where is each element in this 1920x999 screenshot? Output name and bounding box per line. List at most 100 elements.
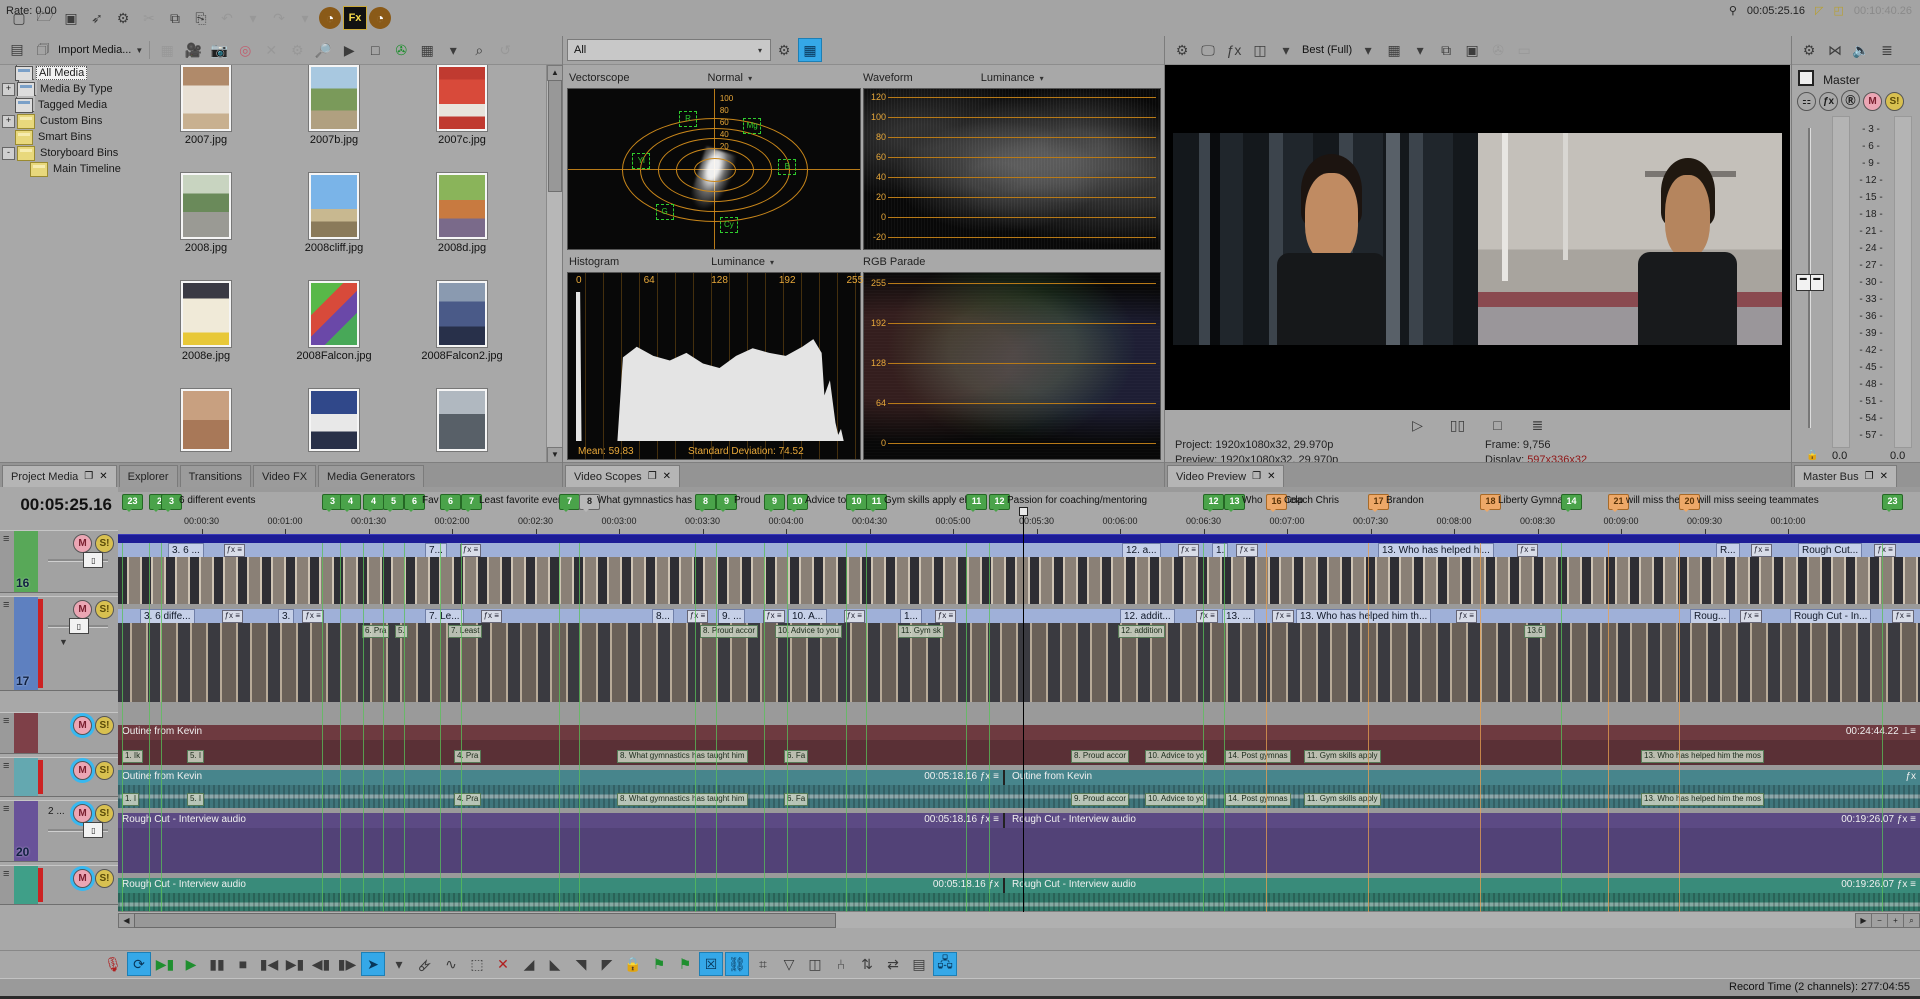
track-outline-a-lane[interactable]: Outine from Kevin00:24:44.22 ⊥≡1. Ik5. I… [118,725,1920,765]
bin-media-by-type[interactable]: +Media By Type [0,81,141,97]
capture-video-icon[interactable]: 🎥 [181,38,205,62]
env-hide-icon[interactable]: ▤ [907,952,931,976]
clip-label[interactable]: 13. Who has helped him th... [1296,609,1431,624]
overlay-drop-icon[interactable]: ▾ [1408,38,1432,62]
clip-label[interactable]: 1... [900,609,922,624]
tab-media-generators[interactable]: Media Generators [318,465,424,487]
hscroll-right-icon[interactable]: ▶ [1855,913,1872,928]
clip-label[interactable]: 12. addit... [1120,609,1175,624]
lock-event-icon[interactable]: 🔒 [621,952,645,976]
get-photo-icon[interactable]: 📷 [207,38,231,62]
record-bus-icon[interactable]: Ⓡ [1841,90,1860,109]
event-fx-icon[interactable]: ƒx ≡ [460,544,481,557]
expand-icon[interactable]: + [2,83,15,96]
marker-4[interactable]: 4 [363,494,384,510]
dim-output-icon[interactable]: 🔈 [1849,38,1873,62]
clip-label[interactable]: 8... [652,609,674,624]
external-monitor-icon[interactable]: 🖵 [1196,38,1220,62]
flag-2-icon[interactable]: ⚑ [673,952,697,976]
clip-label[interactable]: R... [1716,543,1740,558]
project-properties-gear-icon[interactable]: ⚙ [111,6,135,30]
timeline-hscrollbar[interactable]: ◀ ▶ − + ⌕ [118,911,1920,928]
bin-smart-bins[interactable]: Smart Bins [0,129,141,145]
solo-button[interactable]: S! [95,534,114,553]
clip-title[interactable]: Rough Cut - Interview audio00:19:26.07 ƒ… [1008,813,1920,828]
undock-icon[interactable]: ❐ [648,471,657,482]
track-outline-b-lane[interactable]: Outine from Kevin00:05:18.16 ƒx ≡Outine … [118,770,1920,808]
previous-frame-icon[interactable]: ◀▮ [309,952,333,976]
zoom-fit-icon[interactable]: ⌕ [1903,913,1920,928]
save-snapshot-icon[interactable]: ▣ [1460,38,1484,62]
hscroll-thumb[interactable] [134,913,836,928]
clip-label[interactable]: 3. [278,609,294,624]
copy-icon[interactable]: ⧉ [163,6,187,30]
tab-video-scopes[interactable]: Video Scopes❐✕ [565,465,680,487]
flag-1-icon[interactable]: ⚑ [647,952,671,976]
zoom-media-icon[interactable]: ⌕ [467,38,491,62]
vectorscope-mode-select[interactable]: Normal ▾ [708,72,755,84]
tab-project-media[interactable]: Project Media❐✕ [2,465,117,487]
playback-rate[interactable]: Rate: 0.00 [6,5,57,17]
split-drop-icon[interactable]: ▾ [1274,38,1298,62]
event-fx-icon[interactable]: ƒx ≡ [1272,610,1293,623]
split-screen-icon[interactable]: ◫ [1248,38,1272,62]
marker-6[interactable]: 6 [440,494,461,510]
media-fx-icon[interactable]: ✇ [389,38,413,62]
marker-5[interactable]: 5 [383,494,404,510]
preview-play-icon[interactable]: ▷ [1406,413,1430,437]
loop-playback-icon[interactable]: ⟳ [127,952,151,976]
selection-tool-icon[interactable]: ⬚ [465,952,489,976]
master-fader-handle[interactable]: ▬▬ [1796,274,1824,291]
waveform-mode-select[interactable]: Luminance ▾ [981,72,1046,84]
media-thumb-2008e.jpg[interactable]: 2008e.jpg [154,281,258,362]
clip-label[interactable]: Rough Cut... [1798,543,1862,558]
solo-button[interactable]: S! [95,600,114,619]
clip-label[interactable]: 12. a... [1122,543,1161,558]
scopes-settings-icon[interactable]: ⚙ [772,38,796,62]
tab-video-preview[interactable]: Video Preview❐✕ [1167,465,1284,487]
track-outline-b-header[interactable]: MS! [0,757,118,797]
media-thumb-2008Falcon.jpg[interactable]: 2008Falcon.jpg [282,281,386,362]
clip-label[interactable]: 7... [425,543,447,558]
timeline-time-display[interactable]: 00:05:25.16 [20,495,112,515]
media-thumb-2007b.jpg[interactable]: 2007b.jpg [282,65,386,146]
event-fx-icon[interactable]: ƒx ≡ [1236,544,1257,557]
envelope-tool-icon[interactable]: ∿ [439,952,463,976]
zoom-out-icon[interactable]: − [1871,913,1888,928]
solo-button[interactable]: S! [95,804,114,823]
preview-gear-icon[interactable]: ⚙ [1170,38,1194,62]
histogram-mode-select[interactable]: Luminance ▾ [711,256,776,268]
quality-drop-icon[interactable]: ▾ [1356,38,1380,62]
track-outline-a-header[interactable]: MS! [0,712,118,754]
scroll-up-icon[interactable]: ▲ [547,65,563,81]
preview-menu-icon[interactable]: ≣ [1526,413,1550,437]
time-ruler[interactable]: 00:00:3000:01:0000:01:3000:02:0000:02:30… [118,514,1920,534]
selection-tri-icon[interactable]: ◸ [1815,4,1823,17]
media-thumb-2008Falcon2.jpg[interactable]: 2008Falcon2.jpg [410,281,514,362]
fade-3-icon[interactable]: ◥ [569,952,593,976]
preview-quality-select[interactable]: Best (Full) [1302,44,1352,56]
event-fx-icon[interactable]: ƒx ≡ [1456,610,1477,623]
marker-14[interactable]: 14 [1561,494,1582,510]
bin-custom-bins[interactable]: +Custom Bins [0,113,141,129]
insert-assignable-icon[interactable]: ⚏ [1797,92,1816,111]
track-volume-slider[interactable]: ▯ [48,559,108,562]
project-media-list-icon[interactable]: ▤ [5,37,29,61]
mute-master-icon[interactable]: M [1863,92,1882,111]
event-fx-icon[interactable]: ƒx ≡ [1874,544,1895,557]
stop-preview-icon[interactable]: □ [363,38,387,62]
marker-4[interactable]: 4 [340,494,361,510]
bin-main-timeline[interactable]: Main Timeline [0,161,141,177]
meter-lock-icon[interactable]: 🔒 [1806,450,1818,461]
marker-tool-icon[interactable]: ▽ [777,952,801,976]
stop-icon[interactable]: ■ [231,952,255,976]
marker-12[interactable]: 12 [1203,494,1224,510]
solo-button[interactable]: S! [95,716,114,735]
event-fx-icon[interactable]: ƒx ≡ [1892,610,1913,623]
clip-title[interactable]: Outine from Kevin00:05:18.16 ƒx ≡ [118,770,1005,785]
show-plugin-fx-icon[interactable]: Fx [343,6,367,30]
clip-label[interactable]: 3. 6 ... [168,543,204,558]
clip-title[interactable]: Outine from Kevin00:24:44.22 ⊥≡ [118,725,1920,740]
undock-icon[interactable]: ❐ [84,471,93,482]
cursor-pin-icon[interactable]: ⚲ [1729,4,1737,17]
